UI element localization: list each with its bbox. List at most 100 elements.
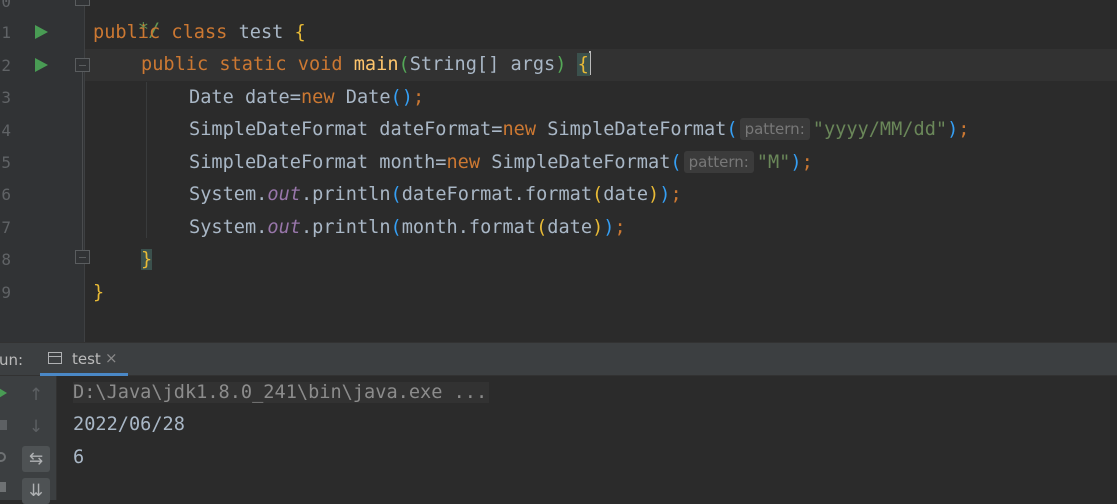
parameter-hint: pattern: <box>683 151 754 173</box>
code-text: date <box>603 184 649 205</box>
parameter-hint: pattern: <box>739 118 810 140</box>
keyword: static <box>219 54 287 75</box>
fold-marker-icon[interactable] <box>75 58 90 72</box>
code-text: SimpleDateFormat <box>491 152 671 173</box>
code-text: .println <box>300 217 391 238</box>
static-field: out <box>267 184 301 205</box>
code-line-0: */ <box>93 0 160 41</box>
paren: ( <box>592 184 604 205</box>
paren: ( <box>398 54 410 75</box>
paren: ) <box>555 54 567 75</box>
matched-brace: } <box>141 249 153 270</box>
code-text: SimpleDateFormat dateFormat= <box>189 119 503 140</box>
paren: ) <box>790 152 802 173</box>
line-number: 1 <box>1 23 11 42</box>
run-panel-label: un: <box>0 351 24 369</box>
pin-tab-icon[interactable] <box>0 482 6 492</box>
keyword: public <box>93 22 161 43</box>
console-line: 2022/06/28 <box>73 414 185 435</box>
code-line-8: } <box>141 244 153 276</box>
method-name: main <box>353 54 399 75</box>
code-text: dateFormat.format <box>401 184 593 205</box>
keyword: void <box>297 54 343 75</box>
indent-guide <box>146 82 147 238</box>
static-field: out <box>267 217 301 238</box>
line-number: 5 <box>1 153 11 172</box>
paren: ) <box>401 87 413 108</box>
line-number: 4 <box>1 121 11 140</box>
keyword: public <box>141 54 209 75</box>
fold-marker-icon[interactable] <box>75 250 90 264</box>
paren: ( <box>726 119 738 140</box>
code-text: date <box>547 217 593 238</box>
console-output[interactable]: D:\Java\jdk1.8.0_241\bin\java.exe ... 20… <box>0 376 1117 500</box>
line-number: 0 <box>1 0 11 11</box>
down-arrow-icon[interactable]: ↓ <box>22 414 50 440</box>
parameters: String[] args <box>409 54 556 75</box>
code-text: SimpleDateFormat month= <box>189 152 447 173</box>
run-tab-test[interactable]: test × <box>40 343 128 376</box>
code-text: System. <box>189 184 268 205</box>
paren: ) <box>603 217 615 238</box>
code-line-9: } <box>93 277 104 309</box>
paren: ) <box>947 119 959 140</box>
run-panel-header: un: test × <box>0 342 1117 376</box>
class-name: test <box>238 22 284 43</box>
semicolon: ; <box>958 119 970 140</box>
line-number: 2 <box>1 56 11 75</box>
semicolon: ; <box>801 152 813 173</box>
text-caret <box>588 51 591 75</box>
code-text: month.format <box>401 217 537 238</box>
code-line-5: SimpleDateFormat month=new SimpleDateFor… <box>189 147 813 179</box>
paren: ) <box>592 217 604 238</box>
paren: ( <box>390 217 402 238</box>
run-tab-label: test <box>72 350 101 368</box>
code-text: System. <box>189 217 268 238</box>
paren: ( <box>390 87 402 108</box>
keyword: class <box>171 22 228 43</box>
console-line-command: D:\Java\jdk1.8.0_241\bin\java.exe ... <box>73 377 490 409</box>
code-line-4: SimpleDateFormat dateFormat=new SimpleDa… <box>189 114 970 146</box>
paren: ( <box>670 152 682 173</box>
code-text: .println <box>300 184 391 205</box>
semicolon: ; <box>412 87 425 108</box>
code-line-6: System.out.println(dateFormat.format(dat… <box>189 179 682 211</box>
matched-brace: { <box>576 53 590 76</box>
editor-gutter <box>0 0 85 342</box>
brace: { <box>294 22 306 43</box>
stop-icon[interactable] <box>0 420 7 430</box>
line-number: 7 <box>1 218 11 237</box>
string-literal: "yyyy/MM/dd" <box>812 119 948 140</box>
run-class-icon[interactable] <box>35 25 48 39</box>
keyword: new <box>446 152 481 173</box>
code-line-7: System.out.println(month.format(date)); <box>189 212 626 244</box>
keyword: new <box>502 119 537 140</box>
semicolon: ; <box>614 217 626 238</box>
console-icon <box>48 352 62 364</box>
brace: } <box>93 282 105 303</box>
rerun-icon[interactable] <box>0 387 7 399</box>
code-line-2: public static void main(String[] args) { <box>141 49 591 81</box>
code-line-3: Date date=new Date(); <box>189 82 424 114</box>
scroll-to-end-icon[interactable]: ⇊ <box>22 478 50 504</box>
string-literal: "M" <box>756 152 791 173</box>
paren: ( <box>390 184 402 205</box>
line-number: 3 <box>1 88 11 107</box>
close-icon[interactable]: × <box>105 349 118 367</box>
run-main-icon[interactable] <box>35 58 48 72</box>
code-text: Date <box>345 87 391 108</box>
code-editor[interactable]: 0 1 2 3 4 5 6 7 8 9 */ public class test… <box>0 0 1117 342</box>
keyword: new <box>300 87 335 108</box>
line-number: 9 <box>1 283 11 302</box>
soft-wrap-icon[interactable]: ⇆ <box>22 446 50 472</box>
paren: ( <box>536 217 548 238</box>
paren: ) <box>659 184 671 205</box>
paren: ) <box>648 184 660 205</box>
line-number: 8 <box>1 250 11 269</box>
up-arrow-icon[interactable]: ↑ <box>22 382 50 408</box>
fold-marker-icon[interactable] <box>75 0 90 6</box>
line-number: 6 <box>1 185 11 204</box>
semicolon: ; <box>670 184 682 205</box>
console-command-text: D:\Java\jdk1.8.0_241\bin\java.exe ... <box>73 382 490 403</box>
code-text: Date date= <box>189 87 301 108</box>
